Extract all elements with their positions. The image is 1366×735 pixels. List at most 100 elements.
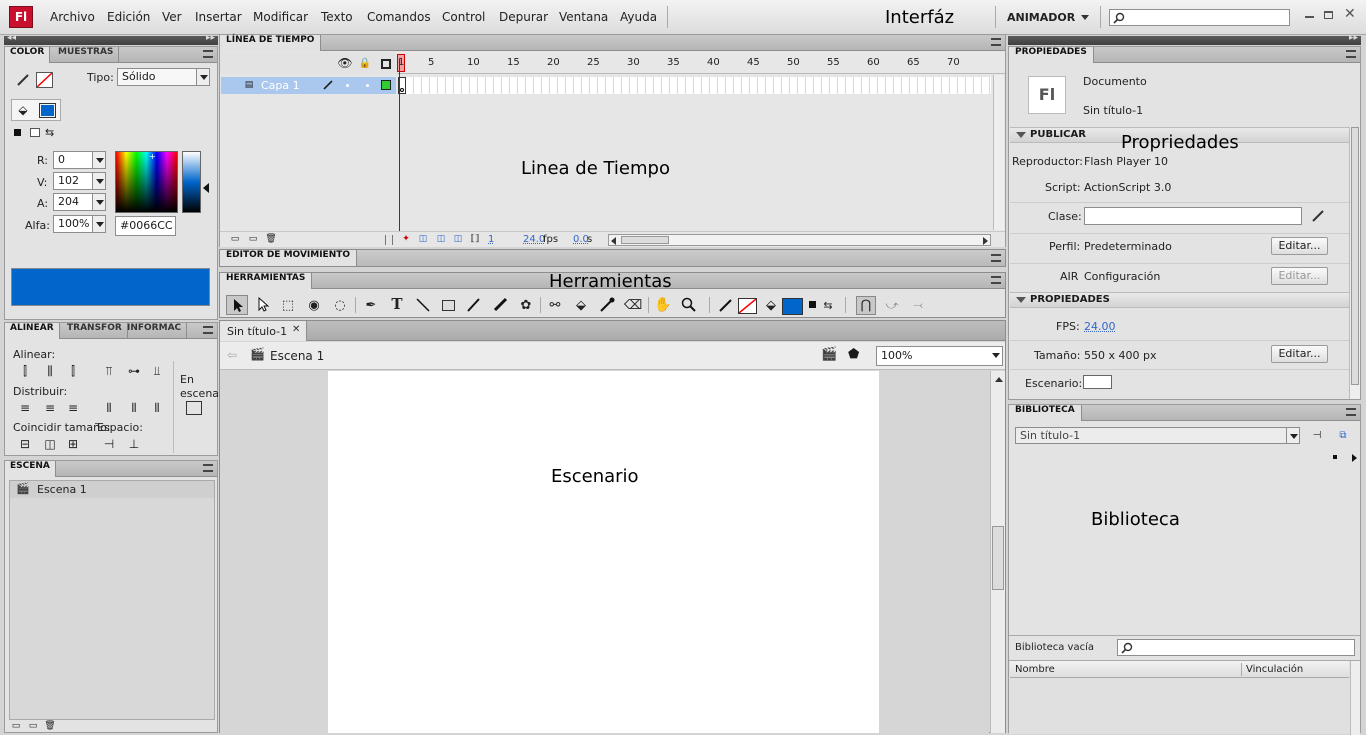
a-input[interactable]: 204 bbox=[53, 193, 106, 211]
brush-tool-icon[interactable] bbox=[491, 296, 509, 314]
distribute-center-h-icon[interactable]: ⦀ bbox=[126, 400, 142, 416]
back-arrow-icon[interactable]: ⇦ bbox=[227, 348, 237, 362]
frame-ruler[interactable]: 1 5 10 15 20 25 30 35 40 45 50 55 60 65 … bbox=[397, 52, 1005, 74]
tab-alinear[interactable]: ALINEAR bbox=[5, 323, 60, 339]
pen-tool-icon[interactable]: ✒ bbox=[362, 296, 380, 314]
tab-linea-de-tiempo[interactable]: LÍNEA DE TIEMPO bbox=[220, 35, 322, 51]
outline-icon[interactable] bbox=[381, 59, 391, 69]
align-center-h-icon[interactable]: ⫼ bbox=[42, 363, 58, 379]
panel-menu-icon[interactable] bbox=[991, 254, 1001, 262]
menu-ayuda[interactable]: Ayuda bbox=[620, 10, 657, 24]
black-white-icon[interactable] bbox=[14, 129, 21, 136]
scroll-thumb[interactable] bbox=[992, 526, 1004, 590]
subselection-tool-icon[interactable] bbox=[254, 296, 272, 314]
visibility-dot[interactable] bbox=[346, 84, 349, 87]
black-white-icon[interactable] bbox=[809, 301, 816, 308]
hand-tool-icon[interactable]: ✋ bbox=[654, 296, 672, 314]
fill-selector[interactable]: ⬙ bbox=[11, 99, 61, 121]
align-top-icon[interactable]: ⫪ bbox=[101, 363, 117, 379]
stroke-color-swatch[interactable] bbox=[738, 298, 757, 314]
align-bottom-icon[interactable]: ⫫ bbox=[149, 363, 165, 379]
fill-bucket-icon[interactable]: ⬙ bbox=[763, 296, 779, 314]
match-size-icon[interactable]: ⊞ bbox=[65, 436, 81, 452]
library-v-scrollbar[interactable] bbox=[1350, 661, 1360, 735]
scroll-thumb[interactable] bbox=[1351, 127, 1359, 385]
brightness-slider[interactable] bbox=[182, 151, 201, 213]
color-spectrum-picker[interactable]: + bbox=[115, 151, 178, 213]
scroll-up-icon[interactable] bbox=[995, 377, 1003, 382]
swap-colors-icon[interactable]: ⇆ bbox=[821, 297, 835, 313]
menu-ver[interactable]: Ver bbox=[162, 10, 182, 24]
menu-archivo[interactable]: Archivo bbox=[50, 10, 95, 24]
bone-tool-icon[interactable]: ⚯ bbox=[546, 296, 564, 314]
panel-menu-icon[interactable] bbox=[991, 38, 1001, 46]
panel-menu-icon[interactable] bbox=[1346, 50, 1356, 58]
edit-scene-icon[interactable]: 🎬 bbox=[821, 347, 837, 362]
distribute-left-icon[interactable]: ⦀ bbox=[101, 400, 117, 416]
document-tab[interactable]: Sin título-1 ✕ bbox=[220, 321, 307, 341]
r-input[interactable]: 0 bbox=[53, 151, 106, 169]
library-document-select[interactable]: Sin título-1 bbox=[1015, 427, 1300, 444]
zoom-select[interactable]: 100% bbox=[876, 346, 1003, 366]
column-nombre[interactable]: Nombre bbox=[1015, 664, 1055, 675]
tab-editor-de-movimiento[interactable]: EDITOR DE MOVIMIENTO bbox=[220, 250, 358, 266]
no-color-icon[interactable] bbox=[30, 128, 40, 137]
new-library-panel-icon[interactable]: ⧉ bbox=[1335, 428, 1351, 442]
pasteboard[interactable] bbox=[220, 371, 989, 733]
edit-size-button[interactable]: Editar... bbox=[1271, 345, 1328, 363]
close-icon[interactable]: ✕ bbox=[1344, 6, 1356, 22]
eye-icon[interactable]: 👁 bbox=[337, 56, 352, 70]
layer-color-swatch[interactable] bbox=[381, 80, 391, 90]
current-frame[interactable]: 1 bbox=[488, 234, 494, 245]
splitter-grip[interactable] bbox=[385, 235, 393, 245]
onion-skin-icon[interactable]: ◫ bbox=[417, 233, 429, 245]
column-vinculacion[interactable]: Vinculación bbox=[1246, 664, 1303, 675]
workspace-switcher[interactable]: ANIMADOR bbox=[1007, 11, 1075, 24]
onion-outline-icon[interactable]: ◫ bbox=[435, 233, 447, 245]
hex-input[interactable]: #0066CC bbox=[115, 216, 176, 236]
text-tool-icon[interactable]: T bbox=[388, 295, 406, 313]
scroll-left-icon[interactable] bbox=[611, 237, 616, 245]
tab-transformar[interactable]: TRANSFOR bbox=[62, 323, 128, 339]
menu-modificar[interactable]: Modificar bbox=[253, 10, 308, 24]
clase-input[interactable] bbox=[1084, 207, 1302, 225]
zoom-tool-icon[interactable] bbox=[680, 296, 698, 314]
breadcrumb-scene[interactable]: Escena 1 bbox=[270, 349, 324, 363]
menu-texto[interactable]: Texto bbox=[321, 10, 353, 24]
stage[interactable] bbox=[328, 371, 879, 733]
straighten-icon[interactable]: ⤙ bbox=[909, 296, 927, 314]
close-icon[interactable]: ✕ bbox=[292, 324, 300, 335]
align-right-icon[interactable]: ⫿ bbox=[65, 363, 81, 379]
edit-class-pencil-icon[interactable] bbox=[1310, 208, 1326, 224]
tab-biblioteca[interactable]: BIBLIOTECA bbox=[1009, 405, 1082, 421]
right-dock-collapse-bar[interactable]: ▸▸ bbox=[1008, 33, 1361, 45]
panel-menu-icon[interactable] bbox=[991, 276, 1001, 284]
document-v-scrollbar[interactable] bbox=[990, 371, 1005, 733]
edit-multiple-frames-icon[interactable]: ◫ bbox=[452, 233, 464, 245]
fill-color-swatch[interactable] bbox=[39, 103, 56, 118]
menu-insertar[interactable]: Insertar bbox=[195, 10, 242, 24]
match-width-icon[interactable]: ⊟ bbox=[17, 436, 33, 452]
frame-track[interactable] bbox=[398, 77, 991, 94]
space-horizontal-icon[interactable]: ⊥ bbox=[126, 436, 142, 452]
panel-menu-icon[interactable] bbox=[203, 326, 213, 334]
tab-color[interactable]: COLOR bbox=[5, 47, 51, 63]
tipo-select[interactable]: Sólido bbox=[117, 68, 210, 86]
menu-depurar[interactable]: Depurar bbox=[499, 10, 548, 24]
fps-value[interactable]: 24.00 bbox=[1084, 320, 1116, 333]
menu-edicion[interactable]: Edición bbox=[107, 10, 150, 24]
tab-herramientas[interactable]: HERRAMIENTAS bbox=[220, 273, 313, 289]
center-frame-icon[interactable]: ✦ bbox=[400, 233, 412, 245]
eyedropper-tool-icon[interactable] bbox=[598, 296, 616, 314]
tab-propiedades[interactable]: PROPIEDADES bbox=[1009, 47, 1094, 63]
slider-handle-icon[interactable] bbox=[203, 183, 209, 193]
timeline-v-scrollbar[interactable] bbox=[993, 75, 1004, 230]
list-item[interactable]: 🎬 Escena 1 bbox=[10, 481, 214, 498]
panel-menu-icon[interactable] bbox=[203, 50, 213, 58]
paint-bucket-tool-icon[interactable]: ⬙ bbox=[572, 296, 590, 314]
frame-rate[interactable]: 24.0 bbox=[523, 234, 545, 245]
left-dock-collapse-bar[interactable]: ◂◂ ▸▸ bbox=[4, 33, 218, 45]
eraser-tool-icon[interactable]: ⌫ bbox=[624, 296, 642, 314]
to-stage-toggle[interactable] bbox=[186, 401, 202, 415]
expand-arrow-icon[interactable] bbox=[1352, 454, 1357, 462]
